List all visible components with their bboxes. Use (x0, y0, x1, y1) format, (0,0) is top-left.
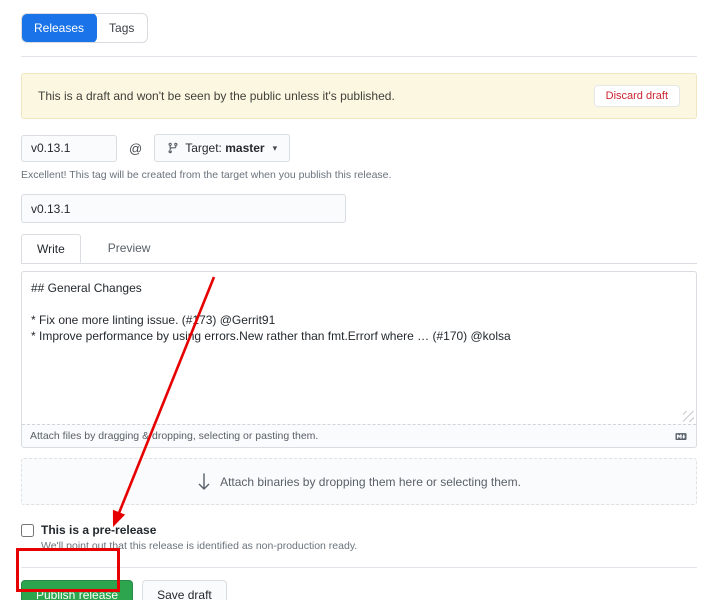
prerelease-help-text: We'll point out that this release is ide… (41, 540, 697, 552)
git-branch-icon (167, 142, 179, 154)
save-draft-button[interactable]: Save draft (142, 580, 227, 600)
textarea-wrap: ## General Changes * Fix one more lintin… (22, 272, 696, 424)
tab-releases[interactable]: Releases (21, 13, 97, 43)
at-symbol: @ (129, 141, 142, 156)
release-body-editor: ## General Changes * Fix one more lintin… (21, 271, 697, 448)
publish-release-button[interactable]: Publish release (21, 580, 133, 600)
tag-target-row: @ Target: master ▾ (21, 134, 697, 162)
target-dropdown-label: Target: master (185, 141, 264, 155)
prerelease-checkbox[interactable] (21, 524, 34, 537)
tag-name-input[interactable] (21, 135, 117, 162)
actions-divider (21, 567, 697, 568)
release-editor-page: Releases Tags This is a draft and won't … (0, 0, 707, 600)
attach-files-bar[interactable]: Attach files by dragging & dropping, sel… (22, 424, 696, 447)
releases-tags-switch: Releases Tags (21, 13, 148, 43)
release-title-input[interactable] (21, 194, 346, 223)
tab-write[interactable]: Write (21, 234, 81, 263)
down-arrow-icon (197, 472, 211, 492)
prerelease-section: This is a pre-release We'll point out th… (21, 523, 697, 552)
tag-help-text: Excellent! This tag will be created from… (21, 169, 697, 181)
caret-down-icon: ▾ (273, 143, 278, 154)
footer-actions: Publish release Save draft (21, 580, 697, 600)
release-body-textarea[interactable]: ## General Changes * Fix one more lintin… (22, 272, 696, 424)
prerelease-row: This is a pre-release (21, 523, 697, 537)
top-divider (21, 56, 697, 57)
target-branch-dropdown[interactable]: Target: master ▾ (154, 134, 290, 162)
draft-banner: This is a draft and won't be seen by the… (21, 73, 697, 119)
attach-binaries-dropzone[interactable]: Attach binaries by dropping them here or… (21, 458, 697, 505)
markdown-icon (674, 431, 688, 442)
editor-tabs: Write Preview (21, 234, 697, 264)
discard-draft-button[interactable]: Discard draft (594, 85, 680, 107)
attach-files-hint: Attach files by dragging & dropping, sel… (30, 430, 674, 442)
textarea-resize-grip[interactable] (683, 411, 694, 422)
attach-binaries-hint: Attach binaries by dropping them here or… (220, 475, 521, 489)
tab-tags[interactable]: Tags (96, 14, 147, 42)
draft-banner-message: This is a draft and won't be seen by the… (38, 89, 594, 103)
tab-preview[interactable]: Preview (93, 234, 166, 263)
prerelease-label[interactable]: This is a pre-release (41, 523, 156, 537)
